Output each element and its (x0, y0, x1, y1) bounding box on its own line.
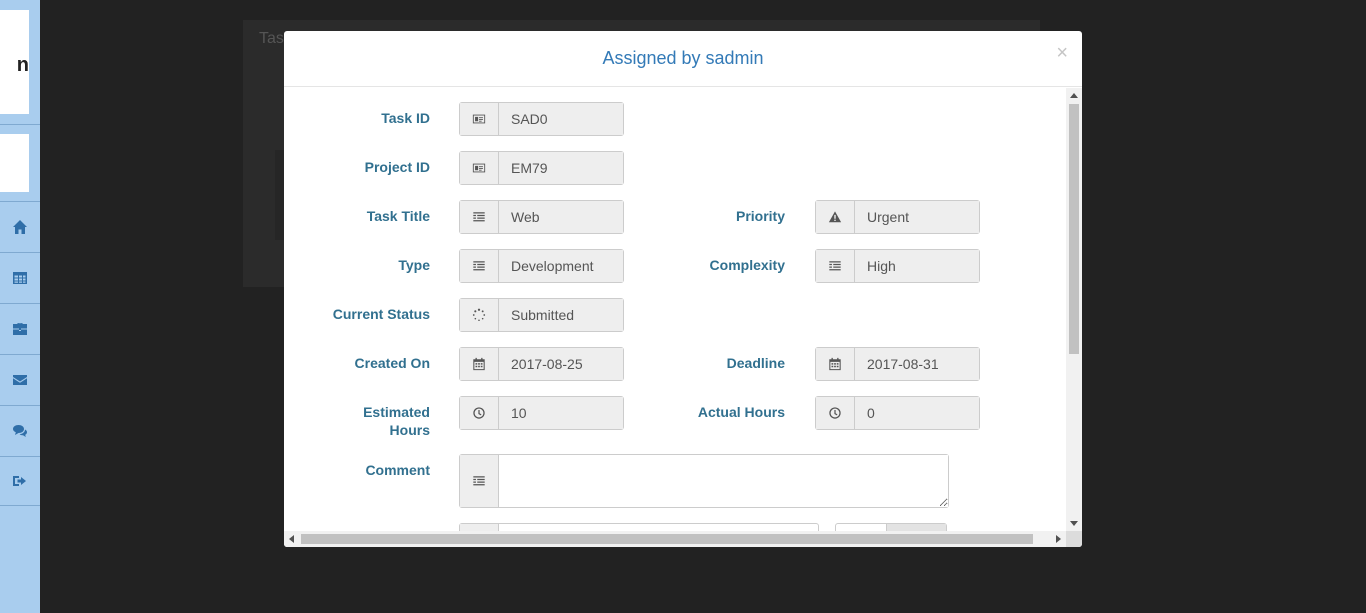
estimated-hours-label: Estimated Hours (363, 404, 430, 438)
created-on-label: Created On (354, 355, 430, 371)
logo: n (0, 10, 29, 114)
complexity-value: High (855, 250, 979, 282)
type-value: Development (499, 250, 623, 282)
task-id-label: Task ID (381, 110, 430, 126)
scroll-down-icon[interactable] (1070, 521, 1078, 526)
calendar-icon (473, 357, 485, 371)
comments-icon (13, 424, 27, 437)
task-title-field: Web (459, 200, 624, 234)
task-title-value: Web (499, 201, 623, 233)
vertical-scroll-thumb[interactable] (1069, 104, 1079, 354)
comment-label: Comment (365, 462, 430, 478)
complexity-label: Complexity (709, 257, 785, 273)
modal-header: Assigned by sadmin × (284, 31, 1082, 87)
file-input-field[interactable] (459, 523, 819, 531)
estimated-hours-field: 10 (459, 396, 624, 430)
spinner-icon (472, 308, 486, 322)
clock-icon (473, 407, 485, 419)
list-icon (473, 212, 485, 222)
warning-icon (828, 211, 842, 223)
horizontal-scrollbar[interactable] (284, 531, 1066, 547)
sidebar-item-logout[interactable] (0, 456, 40, 506)
actual-hours-field: 0 (815, 396, 980, 430)
id-card-icon (472, 114, 486, 124)
complexity-field: High (815, 249, 980, 283)
current-status-value: Submitted (499, 299, 623, 331)
project-id-value: EM79 (499, 152, 623, 184)
scroll-left-icon[interactable] (289, 535, 294, 543)
actual-hours-value: 0 (855, 397, 979, 429)
sidebar: n (0, 0, 40, 613)
sign-out-icon (13, 476, 26, 486)
sidebar-item-home[interactable] (0, 201, 40, 251)
upload-button-group[interactable] (835, 523, 947, 531)
current-status-label: Current Status (332, 306, 430, 322)
task-modal: Assigned by sadmin × Task ID SAD0 Projec… (284, 31, 1082, 547)
created-on-field: 2017-08-25 (459, 347, 624, 381)
briefcase-icon (13, 322, 27, 335)
type-label: Type (398, 257, 430, 273)
priority-value: Urgent (855, 201, 979, 233)
priority-field: Urgent (815, 200, 980, 234)
sidebar-item-chat[interactable] (0, 405, 40, 455)
table-icon (13, 271, 27, 284)
task-title-label: Task Title (366, 208, 430, 224)
sidebar-item-table[interactable] (0, 252, 40, 302)
comment-textarea[interactable] (499, 455, 948, 507)
envelope-icon (13, 374, 27, 385)
project-id-label: Project ID (364, 159, 430, 175)
deadline-field: 2017-08-31 (815, 347, 980, 381)
user-panel (0, 134, 29, 192)
list-icon (829, 261, 841, 271)
list-icon (473, 261, 485, 271)
current-status-field: Submitted (459, 298, 624, 332)
calendar-icon (829, 357, 841, 371)
sidebar-item-projects[interactable] (0, 303, 40, 353)
deadline-value: 2017-08-31 (855, 348, 979, 380)
project-id-field: EM79 (459, 151, 624, 185)
clock-icon (829, 407, 841, 419)
home-icon (13, 219, 27, 234)
id-card-icon (472, 163, 486, 173)
scroll-right-icon[interactable] (1056, 535, 1061, 543)
scroll-up-icon[interactable] (1070, 93, 1078, 98)
task-id-field: SAD0 (459, 102, 624, 136)
deadline-label: Deadline (726, 355, 785, 371)
comment-field (459, 454, 949, 508)
background-title: Tas (259, 30, 284, 47)
estimated-hours-value: 10 (499, 397, 623, 429)
close-button[interactable]: × (1056, 43, 1068, 63)
sidebar-item-messages[interactable] (0, 354, 40, 404)
type-field: Development (459, 249, 624, 283)
created-on-value: 2017-08-25 (499, 348, 623, 380)
task-id-value: SAD0 (499, 103, 623, 135)
list-icon (473, 476, 485, 486)
vertical-scrollbar[interactable] (1066, 88, 1082, 531)
modal-body: Task ID SAD0 Project ID EM79 Task Title … (284, 88, 1066, 531)
priority-label: Priority (735, 208, 785, 224)
modal-title: Assigned by sadmin (602, 48, 764, 68)
actual-hours-label: Actual Hours (697, 404, 785, 420)
horizontal-scroll-thumb[interactable] (301, 534, 1033, 544)
